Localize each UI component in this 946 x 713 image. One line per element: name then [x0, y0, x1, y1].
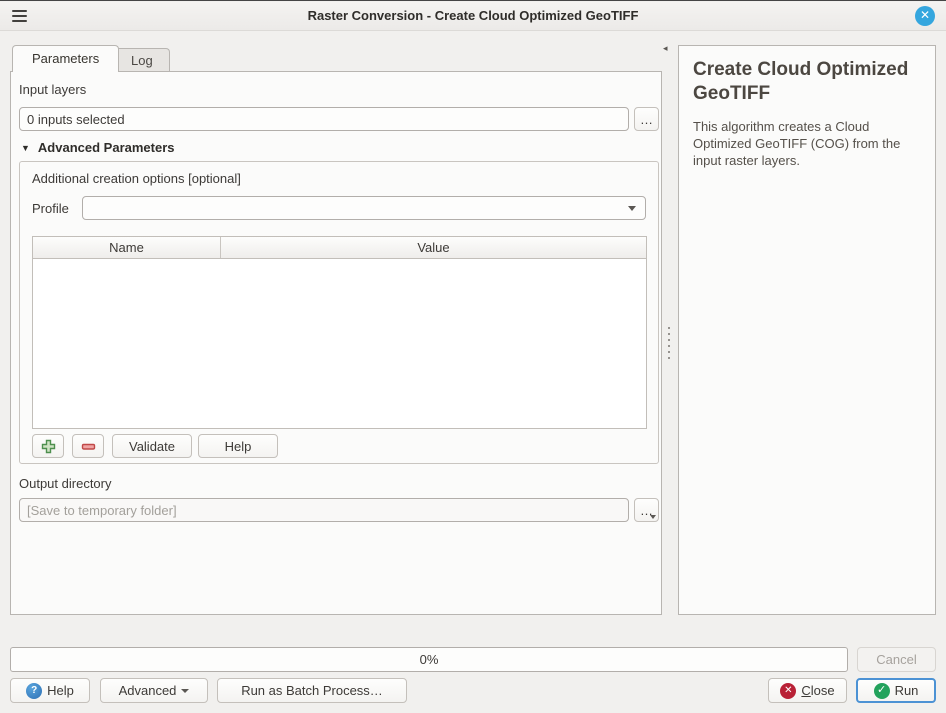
close-icon: ✕: [780, 683, 796, 699]
profile-label: Profile: [32, 201, 69, 216]
run-icon: ✓: [874, 683, 890, 699]
output-directory-label: Output directory: [19, 476, 112, 491]
help-button[interactable]: ? Help: [10, 678, 90, 703]
algorithm-title: Create Cloud Optimized GeoTIFF: [693, 58, 921, 106]
tab-parameters[interactable]: Parameters: [12, 45, 119, 72]
options-table-body[interactable]: [33, 259, 646, 429]
remove-row-button[interactable]: [72, 434, 104, 458]
advanced-button[interactable]: Advanced: [100, 678, 208, 703]
column-header-name: Name: [33, 237, 221, 258]
window-close-icon[interactable]: ✕: [915, 6, 935, 26]
window-title: Raster Conversion - Create Cloud Optimiz…: [0, 8, 946, 23]
collapse-triangle-icon: ▼: [21, 143, 30, 153]
advanced-button-label: Advanced: [119, 683, 177, 698]
input-layers-field[interactable]: [19, 107, 629, 131]
parameters-panel: Input layers … ▼ Advanced Parameters Addi…: [10, 71, 662, 615]
input-layers-browse-button[interactable]: …: [634, 107, 659, 131]
options-help-button[interactable]: Help: [198, 434, 278, 458]
options-table-header: Name Value: [33, 237, 646, 259]
run-button[interactable]: ✓ Run: [856, 678, 936, 703]
titlebar: Raster Conversion - Create Cloud Optimiz…: [0, 2, 946, 31]
help-icon: ?: [26, 683, 42, 699]
creation-options-label: Additional creation options [optional]: [32, 171, 241, 186]
chevron-down-icon: [628, 206, 636, 211]
menu-corner-arrow-icon: [650, 515, 656, 519]
cancel-button[interactable]: Cancel: [857, 647, 936, 672]
creation-options-groupbox: Additional creation options [optional] P…: [19, 161, 659, 464]
algorithm-help-panel: Create Cloud Optimized GeoTIFF This algo…: [678, 45, 936, 615]
green-plus-icon: [41, 439, 56, 454]
splitter-collapse-icon[interactable]: ◂: [663, 43, 668, 54]
splitter-handle[interactable]: [668, 327, 671, 363]
progress-bar: 0%: [10, 647, 848, 672]
tab-log[interactable]: Log: [114, 48, 170, 72]
input-layers-label: Input layers: [19, 82, 86, 97]
advanced-parameters-header[interactable]: ▼ Advanced Parameters: [21, 140, 175, 155]
run-as-batch-button[interactable]: Run as Batch Process…: [217, 678, 407, 703]
dialog-window: Raster Conversion - Create Cloud Optimiz…: [0, 0, 946, 713]
profile-select[interactable]: [82, 196, 646, 220]
column-header-value: Value: [221, 237, 646, 258]
algorithm-description: This algorithm creates a Cloud Optimized…: [693, 118, 921, 169]
close-button-label: Close: [801, 683, 834, 698]
advanced-parameters-label: Advanced Parameters: [38, 140, 175, 155]
output-directory-field[interactable]: [19, 498, 629, 522]
output-directory-browse-button[interactable]: …: [634, 498, 659, 522]
help-button-label: Help: [47, 683, 74, 698]
validate-button[interactable]: Validate: [112, 434, 192, 458]
progress-value: 0%: [420, 652, 439, 667]
options-table[interactable]: Name Value: [32, 236, 647, 429]
chevron-down-icon: [181, 689, 189, 693]
run-button-label: Run: [895, 683, 919, 698]
red-minus-icon: [81, 439, 96, 454]
add-row-button[interactable]: [32, 434, 64, 458]
close-button[interactable]: ✕ Close: [768, 678, 847, 703]
